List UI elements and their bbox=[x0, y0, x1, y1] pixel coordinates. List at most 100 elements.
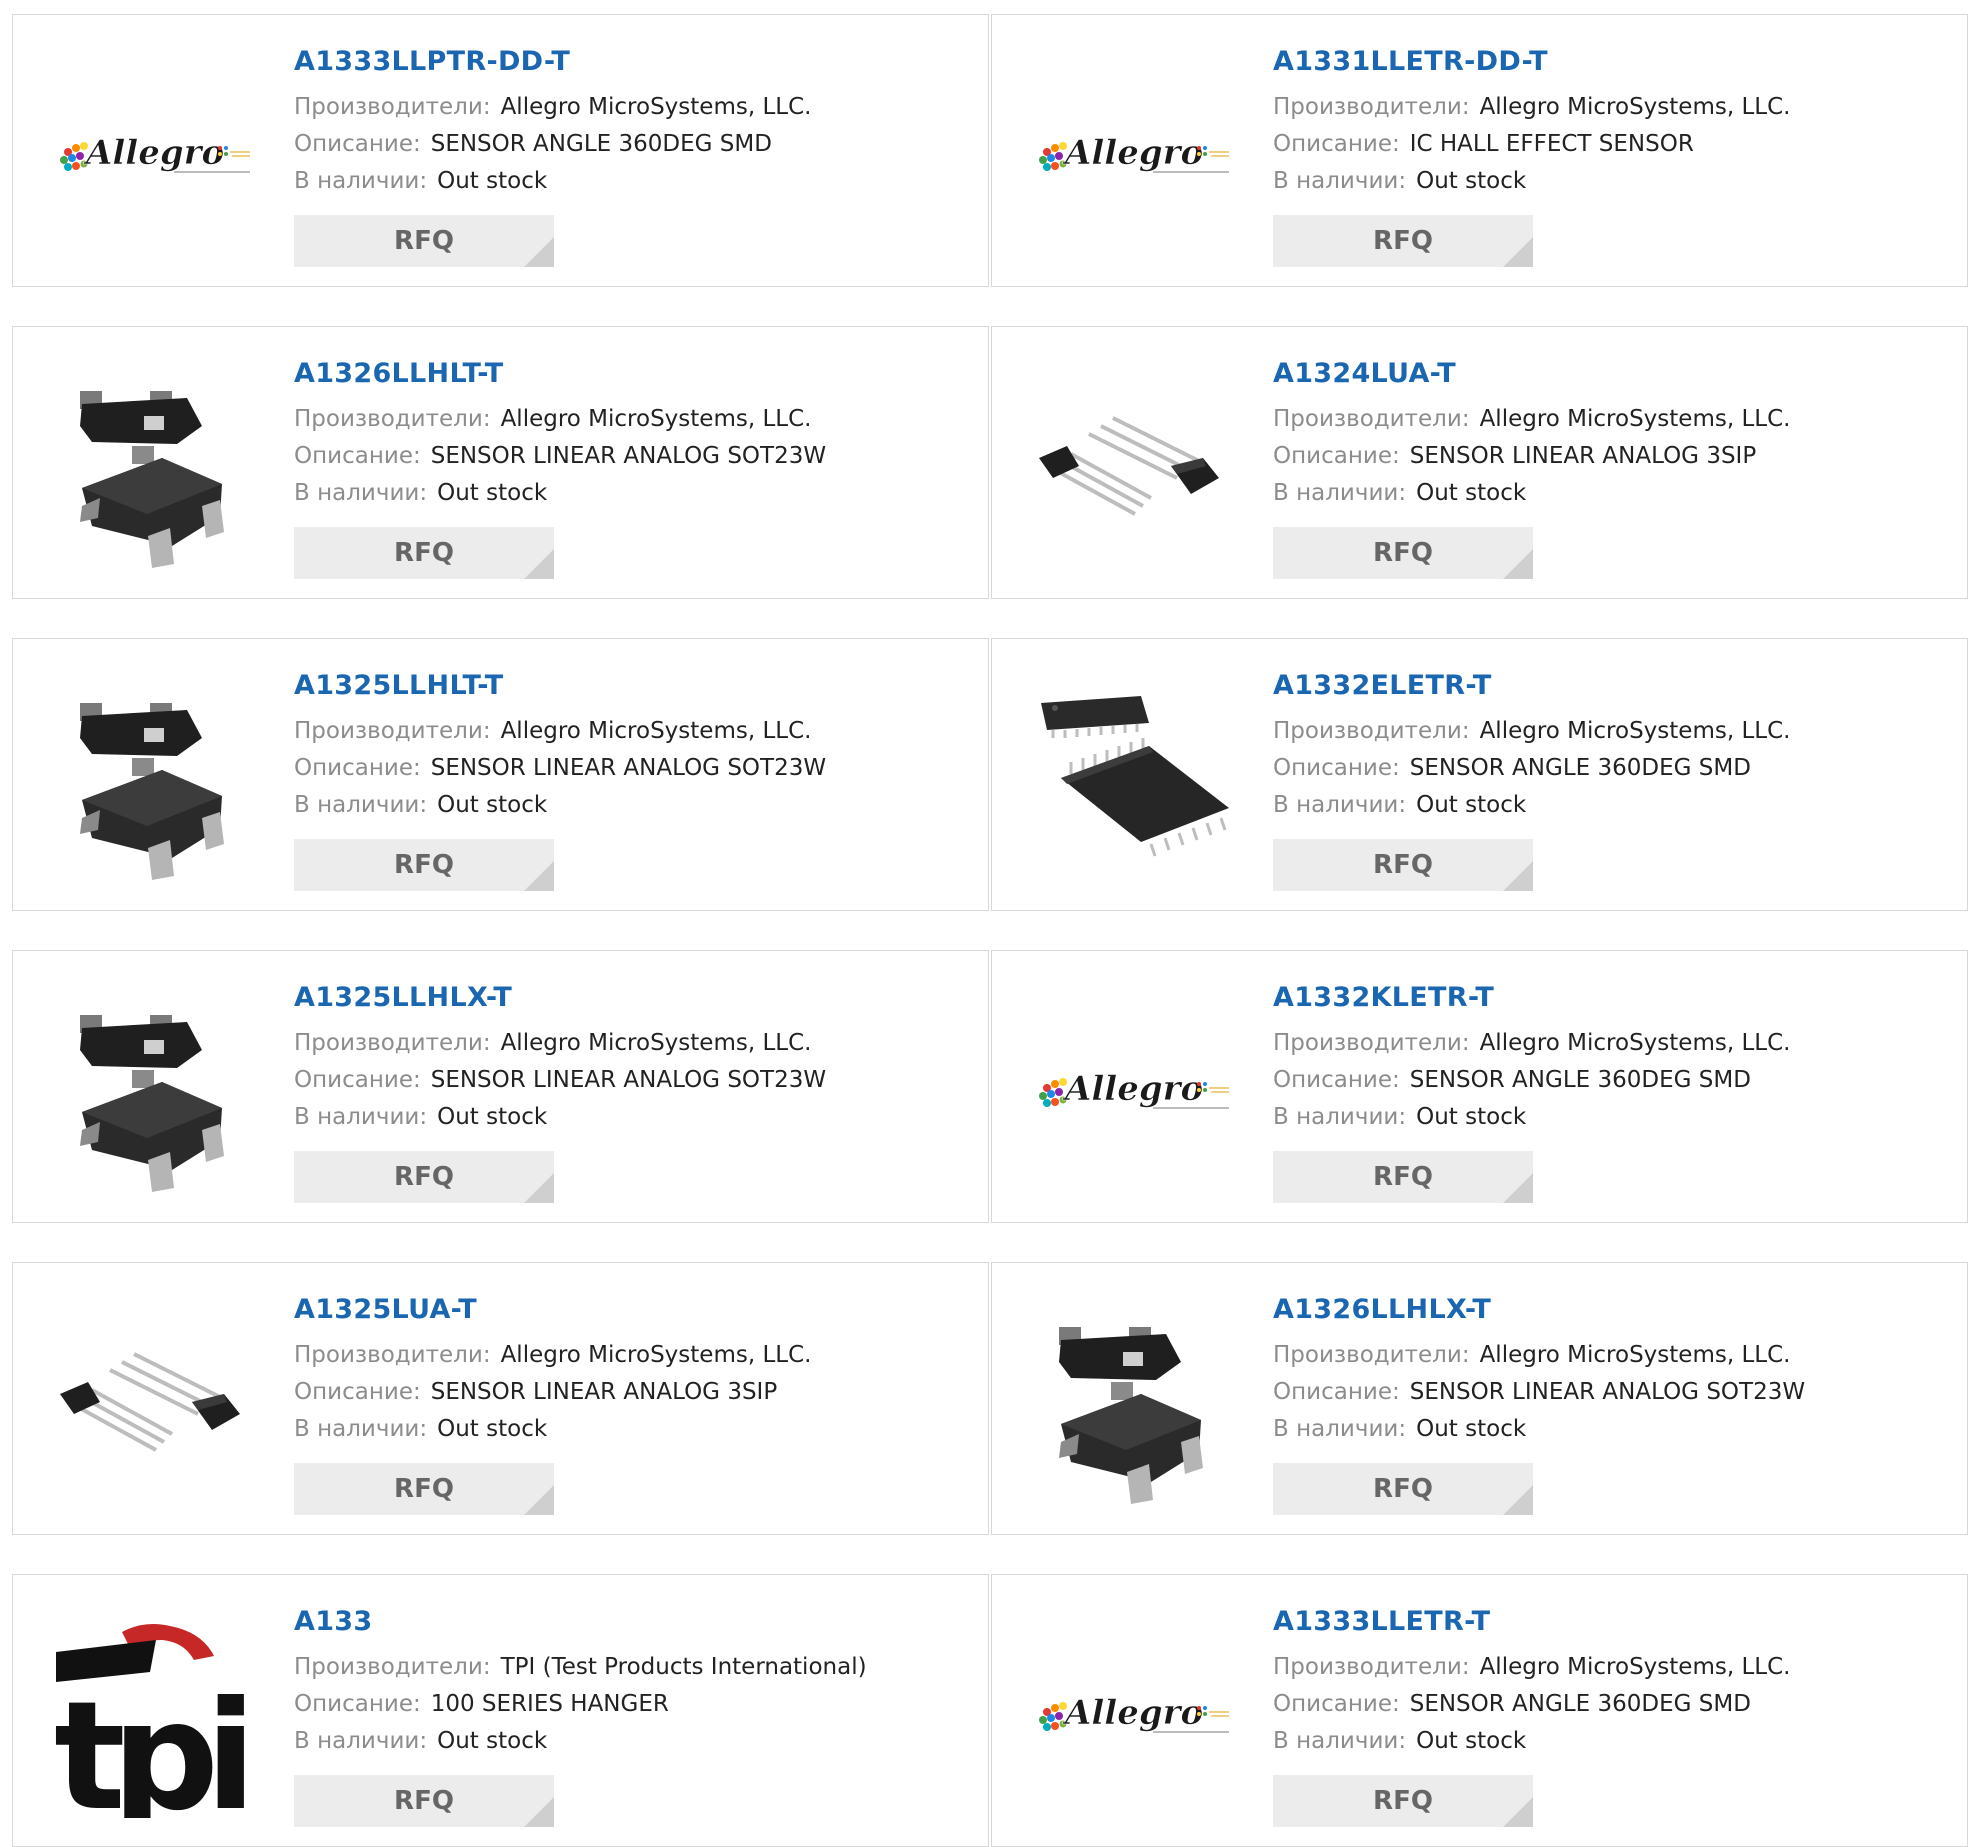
description-label: Описание: bbox=[1273, 443, 1400, 469]
description-value: SENSOR LINEAR ANALOG SOT23W bbox=[1409, 1379, 1806, 1405]
product-image[interactable] bbox=[52, 1302, 256, 1506]
allegro-logo-icon bbox=[1038, 132, 1230, 174]
description-label: Описание: bbox=[294, 1067, 421, 1093]
manufacturer-value: Allegro MicroSystems, LLC. bbox=[1479, 1030, 1791, 1056]
product-image[interactable] bbox=[1031, 1614, 1235, 1818]
rfq-button[interactable]: RFQ bbox=[294, 1151, 554, 1203]
description-label: Описание: bbox=[294, 755, 421, 781]
manufacturer-row: Производители: Allegro MicroSystems, LLC. bbox=[294, 713, 968, 750]
product-part-link[interactable]: A1333LLPTR-DD-T bbox=[294, 45, 968, 79]
rfq-label: RFQ bbox=[1373, 1786, 1433, 1816]
corner-fold-icon bbox=[1503, 861, 1533, 891]
rfq-label: RFQ bbox=[1373, 850, 1433, 880]
product-image[interactable] bbox=[1031, 678, 1235, 882]
description-value: SENSOR LINEAR ANALOG SOT23W bbox=[430, 1067, 827, 1093]
description-value: SENSOR ANGLE 360DEG SMD bbox=[1409, 1691, 1751, 1717]
stock-label: В наличии: bbox=[294, 792, 428, 818]
manufacturer-row: Производители: TPI (Test Products Interna… bbox=[294, 1649, 968, 1686]
sot23-package-icon bbox=[80, 391, 224, 568]
rfq-button[interactable]: RFQ bbox=[294, 1463, 554, 1515]
stock-row: В наличии: Out stock bbox=[294, 1411, 968, 1448]
description-row: Описание: 100 SERIES HANGER bbox=[294, 1686, 968, 1723]
rfq-label: RFQ bbox=[394, 538, 454, 568]
rfq-button[interactable]: RFQ bbox=[1273, 1775, 1533, 1827]
rfq-button[interactable]: RFQ bbox=[1273, 839, 1533, 891]
description-value: SENSOR ANGLE 360DEG SMD bbox=[1409, 755, 1751, 781]
stock-value: Out stock bbox=[437, 480, 548, 506]
stock-label: В наличии: bbox=[294, 1416, 428, 1442]
manufacturer-value: TPI (Test Products International) bbox=[500, 1654, 867, 1680]
manufacturer-label: Производители: bbox=[294, 1030, 491, 1056]
rfq-button[interactable]: RFQ bbox=[1273, 1463, 1533, 1515]
product-part-link[interactable]: A1332ELETR-T bbox=[1273, 669, 1947, 703]
manufacturer-row: Производители: Allegro MicroSystems, LLC. bbox=[294, 1337, 968, 1374]
description-row: Описание: SENSOR LINEAR ANALOG SOT23W bbox=[294, 438, 968, 475]
manufacturer-row: Производители: Allegro MicroSystems, LLC. bbox=[1273, 89, 1947, 126]
product-image[interactable] bbox=[1031, 990, 1235, 1194]
description-label: Описание: bbox=[1273, 1067, 1400, 1093]
manufacturer-label: Производители: bbox=[1273, 1342, 1470, 1368]
product-image[interactable] bbox=[52, 990, 256, 1194]
corner-fold-icon bbox=[1503, 1797, 1533, 1827]
rfq-button[interactable]: RFQ bbox=[1273, 527, 1533, 579]
product-info: A1332ELETR-T Производители: Allegro MicroS… bbox=[1273, 669, 1947, 891]
product-part-link[interactable]: A1333LLETR-T bbox=[1273, 1605, 1947, 1639]
product-image[interactable] bbox=[52, 678, 256, 882]
product-part-link[interactable]: A1325LUA-T bbox=[294, 1293, 968, 1327]
description-label: Описание: bbox=[294, 443, 421, 469]
product-info: A1333LLETR-T Производители: Allegro MicroS… bbox=[1273, 1605, 1947, 1827]
manufacturer-value: Allegro MicroSystems, LLC. bbox=[1479, 1654, 1791, 1680]
product-card: A1333LLETR-T Производители: Allegro MicroS… bbox=[991, 1574, 1968, 1847]
corner-fold-icon bbox=[1503, 1485, 1533, 1515]
sot23-package-icon bbox=[80, 1015, 224, 1192]
stock-value: Out stock bbox=[437, 792, 548, 818]
product-part-link[interactable]: A133 bbox=[294, 1605, 968, 1639]
manufacturer-row: Производители: Allegro MicroSystems, LLC. bbox=[1273, 401, 1947, 438]
rfq-button[interactable]: RFQ bbox=[294, 527, 554, 579]
description-label: Описание: bbox=[1273, 755, 1400, 781]
manufacturer-value: Allegro MicroSystems, LLC. bbox=[1479, 94, 1791, 120]
product-part-link[interactable]: A1331LLETR-DD-T bbox=[1273, 45, 1947, 79]
product-info: A1325LUA-T Производители: Allegro MicroSys… bbox=[294, 1293, 968, 1515]
rfq-button[interactable]: RFQ bbox=[294, 839, 554, 891]
rfq-label: RFQ bbox=[394, 226, 454, 256]
product-image[interactable] bbox=[52, 366, 256, 570]
product-part-link[interactable]: A1325LLHLX-T bbox=[294, 981, 968, 1015]
product-image[interactable] bbox=[1031, 1302, 1235, 1506]
description-label: Описание: bbox=[294, 1691, 421, 1717]
description-row: Описание: SENSOR LINEAR ANALOG 3SIP bbox=[1273, 438, 1947, 475]
rfq-button[interactable]: RFQ bbox=[294, 1775, 554, 1827]
product-part-link[interactable]: A1324LUA-T bbox=[1273, 357, 1947, 391]
product-image[interactable] bbox=[1031, 54, 1235, 258]
stock-row: В наличии: Out stock bbox=[294, 1099, 968, 1136]
product-image[interactable]: tpi bbox=[52, 1614, 256, 1818]
product-card: A1326LLHLX-T Производители: Allegro MicroS… bbox=[991, 1262, 1968, 1535]
product-part-link[interactable]: A1326LLHLX-T bbox=[1273, 1293, 1947, 1327]
description-row: Описание: SENSOR ANGLE 360DEG SMD bbox=[294, 126, 968, 163]
product-part-link[interactable]: A1325LLHLT-T bbox=[294, 669, 968, 703]
rfq-button[interactable]: RFQ bbox=[1273, 1151, 1533, 1203]
description-label: Описание: bbox=[1273, 1379, 1400, 1405]
manufacturer-value: Allegro MicroSystems, LLC. bbox=[1479, 406, 1791, 432]
tpi-logo-icon: tpi bbox=[54, 1624, 256, 1818]
stock-label: В наличии: bbox=[1273, 1104, 1407, 1130]
rfq-label: RFQ bbox=[1373, 226, 1433, 256]
rfq-button[interactable]: RFQ bbox=[1273, 215, 1533, 267]
product-info: A1333LLPTR-DD-T Производители: Allegro Mic… bbox=[294, 45, 968, 267]
stock-value: Out stock bbox=[437, 1416, 548, 1442]
product-part-link[interactable]: A1332KLETR-T bbox=[1273, 981, 1947, 1015]
product-part-link[interactable]: A1326LLHLT-T bbox=[294, 357, 968, 391]
product-image[interactable] bbox=[52, 54, 256, 258]
stock-value: Out stock bbox=[1416, 1416, 1527, 1442]
product-info: A1325LLHLT-T Производители: Allegro MicroS… bbox=[294, 669, 968, 891]
description-row: Описание: SENSOR LINEAR ANALOG SOT23W bbox=[294, 750, 968, 787]
description-value: SENSOR LINEAR ANALOG SOT23W bbox=[430, 755, 827, 781]
manufacturer-row: Производители: Allegro MicroSystems, LLC. bbox=[294, 401, 968, 438]
stock-value: Out stock bbox=[1416, 480, 1527, 506]
product-image[interactable] bbox=[1031, 366, 1235, 570]
description-row: Описание: SENSOR LINEAR ANALOG SOT23W bbox=[1273, 1374, 1947, 1411]
rfq-button[interactable]: RFQ bbox=[294, 215, 554, 267]
stock-row: В наличии: Out stock bbox=[294, 475, 968, 512]
product-info: A1325LLHLX-T Производители: Allegro MicroS… bbox=[294, 981, 968, 1203]
manufacturer-value: Allegro MicroSystems, LLC. bbox=[500, 1030, 812, 1056]
